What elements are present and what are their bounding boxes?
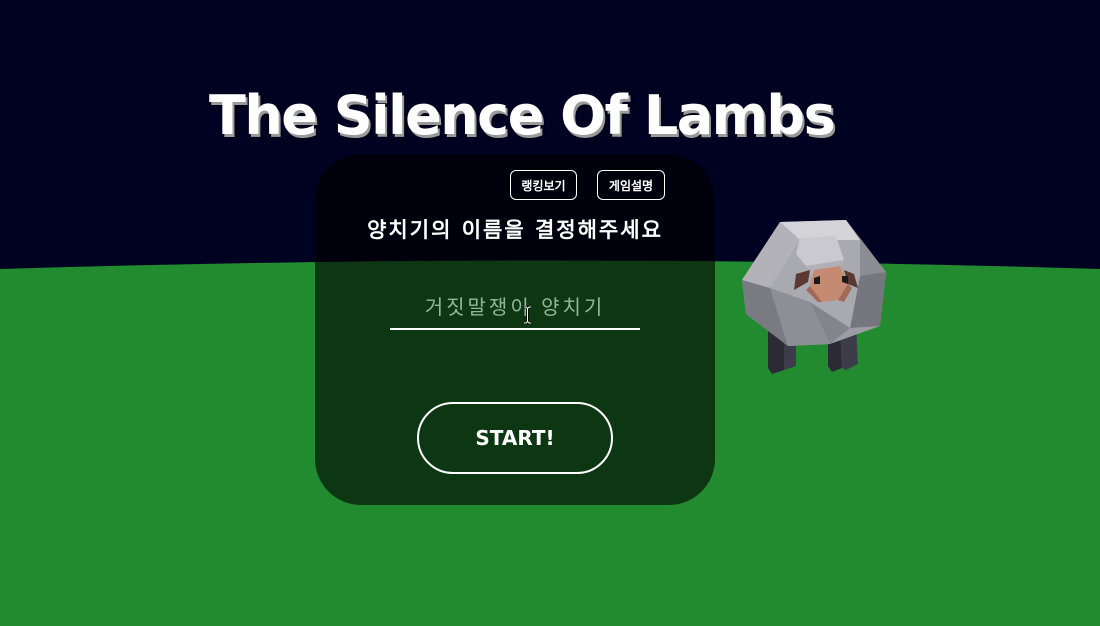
shepherd-name-input[interactable] xyxy=(390,286,640,330)
game-scene: The Silence Of Lambs 랭킹보기 게임설명 양치기의 이름을 … xyxy=(0,0,1100,626)
game-title: The Silence Of Lambs xyxy=(209,84,836,147)
game-guide-button[interactable]: 게임설명 xyxy=(597,170,665,200)
sheep-character xyxy=(742,220,886,374)
text-cursor-icon xyxy=(524,306,531,324)
name-prompt: 양치기의 이름을 결정해주세요 xyxy=(367,218,663,242)
ranking-button[interactable]: 랭킹보기 xyxy=(510,170,577,200)
start-button[interactable]: START! xyxy=(417,402,613,474)
